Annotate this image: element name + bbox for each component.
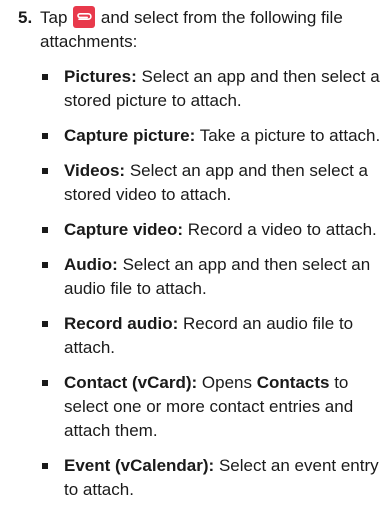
option-label: Audio:: [64, 255, 118, 274]
option-label: Videos:: [64, 161, 126, 180]
option-label: Pictures:: [64, 67, 137, 86]
list-item: Capture video: Record a video to attach.: [0, 218, 390, 242]
bullet-icon: [42, 380, 48, 386]
contacts-app-name: Contacts: [256, 373, 330, 392]
list-item: Event (vCalendar): Select an event entry…: [0, 454, 390, 502]
bullet-icon: [42, 262, 48, 268]
bullet-icon: [42, 74, 48, 80]
list-item: Record audio: Record an audio file to at…: [0, 312, 390, 360]
list-item: Audio: Select an app and then select an …: [0, 253, 390, 301]
option-label: Capture picture:: [64, 126, 196, 145]
list-item: Videos: Select an app and then select a …: [0, 159, 390, 207]
manual-page: 5. Tap and select from the following fil…: [0, 0, 390, 512]
option-label: Contact (vCard):: [64, 373, 198, 392]
option-description: Record a video to attach.: [187, 220, 377, 239]
step-5: 5. Tap and select from the following fil…: [0, 0, 390, 502]
step-intro: 5. Tap and select from the following fil…: [0, 0, 390, 54]
attach-paperclip-icon: [73, 6, 96, 28]
step-intro-before-icon: Tap: [40, 8, 68, 27]
bullet-icon: [42, 133, 48, 139]
bullet-icon: [42, 321, 48, 327]
option-label: Event (vCalendar):: [64, 456, 215, 475]
step-number: 5.: [18, 8, 33, 27]
attachment-options-list: Pictures: Select an app and then select …: [0, 65, 390, 502]
list-item: Contact (vCard): Opens Contacts to selec…: [0, 371, 390, 443]
list-item: Pictures: Select an app and then select …: [0, 65, 390, 113]
option-label: Capture video:: [64, 220, 184, 239]
option-description-before: Opens: [201, 373, 252, 392]
bullet-icon: [42, 463, 48, 469]
bullet-icon: [42, 227, 48, 233]
bullet-icon: [42, 168, 48, 174]
option-label: Record audio:: [64, 314, 179, 333]
option-description: Take a picture to attach.: [199, 126, 381, 145]
list-item: Capture picture: Take a picture to attac…: [0, 124, 390, 148]
